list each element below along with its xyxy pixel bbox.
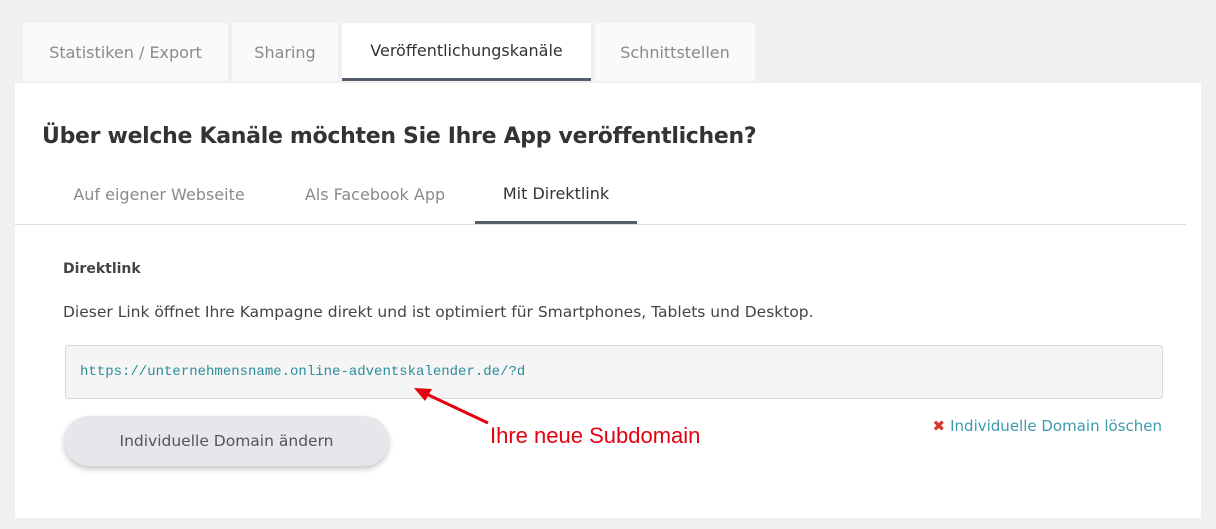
delete-domain-label: Individuelle Domain löschen bbox=[950, 417, 1162, 435]
tab-statistiken-export[interactable]: Statistiken / Export bbox=[23, 23, 228, 81]
tab-label: Sharing bbox=[254, 42, 316, 62]
tab-eigene-webseite[interactable]: Auf eigener Webseite bbox=[49, 166, 269, 223]
top-tab-bar: Statistiken / Export Sharing Veröffentli… bbox=[23, 23, 759, 81]
annotation-arrow bbox=[414, 388, 489, 425]
tab-label: Statistiken / Export bbox=[49, 42, 202, 62]
section-title-direktlink: Direktlink bbox=[63, 261, 141, 277]
direktlink-description: Dieser Link öffnet Ihre Kampagne direkt … bbox=[63, 303, 814, 321]
channel-tab-bar: Auf eigener Webseite Als Facebook App Mi… bbox=[15, 166, 1186, 225]
tab-schnittstellen[interactable]: Schnittstellen bbox=[595, 23, 755, 81]
publication-channels-panel: Über welche Kanäle möchten Sie Ihre App … bbox=[15, 83, 1201, 518]
subdomain-annotation: Ihre neue Subdomain bbox=[490, 423, 701, 448]
direktlink-url-field[interactable]: https://unternehmensname.online-adventsk… bbox=[65, 345, 1163, 399]
tab-facebook-app[interactable]: Als Facebook App bbox=[281, 166, 469, 223]
sub-tab-label: Als Facebook App bbox=[304, 185, 446, 204]
x-icon: ✖ bbox=[932, 417, 946, 435]
sub-tab-label: Mit Direktlink bbox=[502, 184, 610, 203]
sub-tab-label: Auf eigener Webseite bbox=[73, 185, 245, 204]
change-domain-button[interactable]: Individuelle Domain ändern bbox=[64, 416, 389, 466]
page-title: Über welche Kanäle möchten Sie Ihre App … bbox=[42, 124, 757, 149]
tab-label: Schnittstellen bbox=[620, 42, 730, 62]
tab-direktlink[interactable]: Mit Direktlink bbox=[475, 166, 637, 224]
tab-veroeffentlichungskanaele[interactable]: Veröffentlichungskanäle bbox=[342, 23, 591, 81]
delete-domain-link[interactable]: ✖ Individuelle Domain löschen bbox=[933, 417, 1162, 435]
tab-label: Veröffentlichungskanäle bbox=[370, 41, 563, 60]
tab-sharing[interactable]: Sharing bbox=[232, 23, 338, 81]
